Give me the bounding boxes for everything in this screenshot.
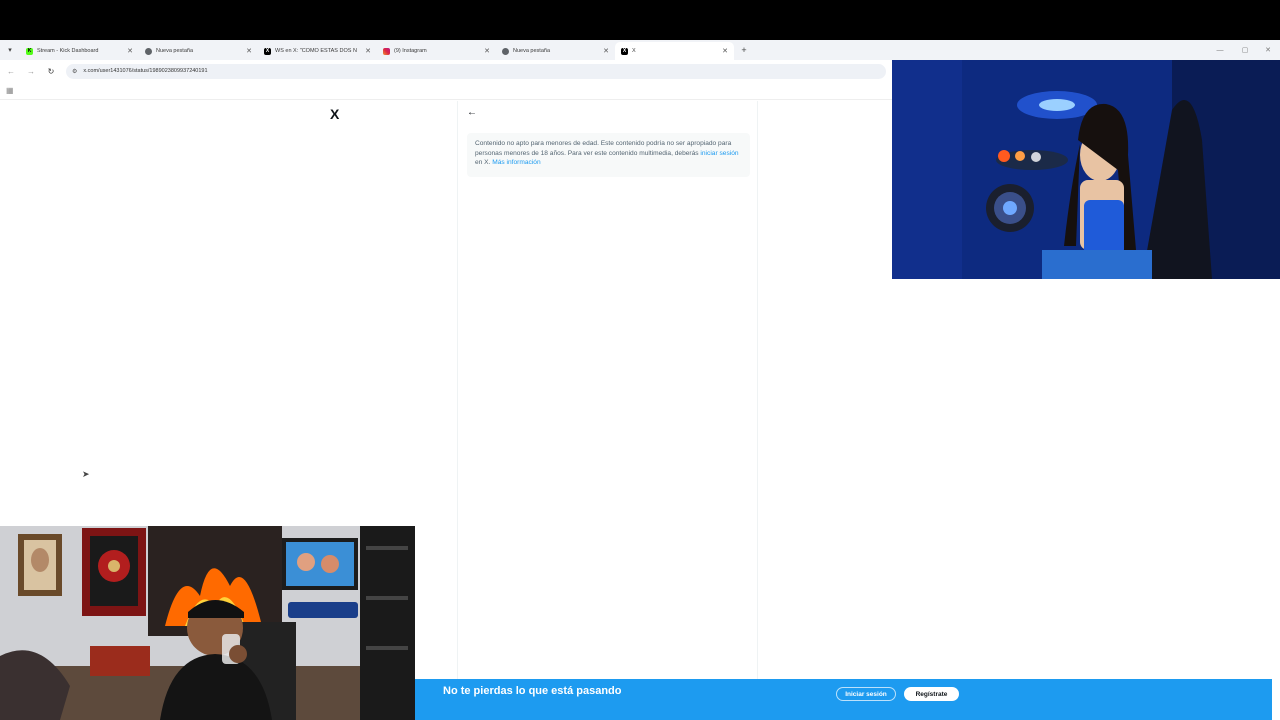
signup-button[interactable]: Regístrate: [904, 687, 959, 701]
webcam-overlay-bottom: [0, 526, 415, 720]
minimize-icon[interactable]: —: [1208, 40, 1232, 60]
forward-icon[interactable]: →: [22, 62, 40, 80]
tab-title: WS en X: "COMO ESTAS DOS N: [275, 48, 357, 54]
url-text: x.com/user1431076/status/198902380993724…: [83, 68, 208, 74]
webcam-scene-image: [0, 526, 415, 720]
site-info-icon[interactable]: ⚙: [72, 68, 77, 75]
x-icon: X: [621, 47, 628, 55]
banner-text: No te pierdas lo que está pasando: [443, 685, 622, 697]
back-arrow-icon[interactable]: ←: [467, 107, 477, 118]
sensitive-content-warning: Contenido no apto para menores de edad. …: [467, 133, 750, 177]
tab-title: Stream - Kick Dashboard: [37, 48, 99, 54]
warning-text: en X.: [475, 159, 493, 167]
close-icon[interactable]: ✕: [365, 47, 371, 55]
chrome-icon: [502, 47, 509, 55]
login-link[interactable]: iniciar sesión: [700, 150, 738, 157]
chrome-icon: [145, 47, 152, 55]
close-icon[interactable]: ✕: [722, 47, 728, 55]
window-close-icon[interactable]: ✕: [1256, 40, 1280, 60]
tab-x-active[interactable]: X X ✕: [615, 42, 734, 60]
screen: ▾ K Stream - Kick Dashboard ✕ Nueva pest…: [0, 0, 1280, 720]
back-icon[interactable]: ←: [2, 62, 20, 80]
tab-x-post[interactable]: X WS en X: "COMO ESTAS DOS N ✕: [258, 42, 377, 60]
webcam-scene-image: [892, 60, 1280, 279]
tab-strip: ▾ K Stream - Kick Dashboard ✕ Nueva pest…: [0, 40, 1280, 60]
address-bar[interactable]: ⚙ x.com/user1431076/status/1989023809937…: [66, 63, 886, 79]
reload-icon[interactable]: ↻: [42, 62, 60, 80]
mouse-cursor-icon: ➤: [82, 469, 90, 479]
x-icon: X: [264, 47, 271, 55]
close-icon[interactable]: ✕: [484, 47, 490, 55]
new-tab-icon[interactable]: +: [734, 45, 754, 55]
webcam-overlay-top: [892, 60, 1280, 279]
tab-title: Nueva pestaña: [513, 48, 550, 54]
warning-text: Contenido no apto para menores de edad. …: [475, 140, 732, 157]
login-button[interactable]: Iniciar sesión: [836, 687, 896, 701]
tab-nueva-pestana-1[interactable]: Nueva pestaña ✕: [139, 42, 258, 60]
tab-title: X: [632, 48, 636, 54]
tab-title: (9) Instagram: [394, 48, 427, 54]
close-icon[interactable]: ✕: [127, 47, 133, 55]
tab-nueva-pestana-2[interactable]: Nueva pestaña ✕: [496, 42, 615, 60]
more-info-link[interactable]: Más información: [492, 159, 540, 166]
signup-banner: No te pierdas lo que está pasando Inicia…: [414, 679, 1272, 720]
instagram-icon: [383, 47, 390, 55]
close-icon[interactable]: ✕: [246, 47, 252, 55]
tab-instagram[interactable]: (9) Instagram ✕: [377, 42, 496, 60]
apps-grid-icon[interactable]: ▦: [6, 86, 14, 95]
close-icon[interactable]: ✕: [603, 47, 609, 55]
x-logo[interactable]: X: [330, 106, 339, 122]
tab-kick-dashboard[interactable]: K Stream - Kick Dashboard ✕: [20, 42, 139, 60]
tab-title: Nueva pestaña: [156, 48, 193, 54]
maximize-icon[interactable]: ▢: [1233, 40, 1257, 60]
tab-search-icon[interactable]: ▾: [0, 40, 20, 60]
post-column: ← Contenido no apto para menores de edad…: [457, 101, 758, 720]
kick-icon: K: [26, 47, 33, 55]
